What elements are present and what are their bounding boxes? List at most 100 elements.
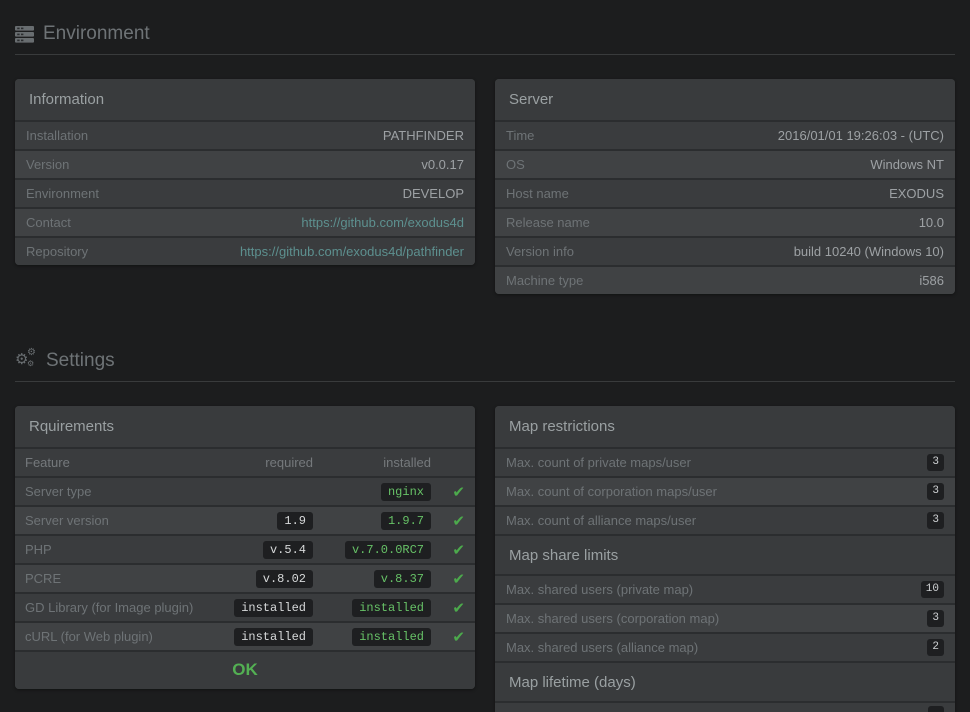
installed-badge: 1.9.7 [381, 512, 431, 530]
gear-small-icon: ⚙ [27, 348, 36, 358]
check-icon: ✔ [452, 483, 465, 501]
server-stack-icon [15, 26, 34, 43]
info-row-version: Version v0.0.17 [15, 149, 475, 178]
environment-section-title: Environment [43, 23, 150, 45]
row-value: build 10240 (Windows 10) [794, 244, 944, 259]
information-panel-title: Information [15, 79, 475, 120]
row-label: Version info [506, 244, 574, 259]
info-row-repository: Repository https://github.com/exodus4d/p… [15, 236, 475, 265]
page-content: Environment Information Installation PAT… [0, 22, 970, 712]
value-badge: 3 [927, 512, 944, 529]
server-rows: Time 2016/01/01 19:26:03 - (UTC) OS Wind… [495, 120, 955, 294]
server-panel-title: Server [495, 79, 955, 120]
row-label: Time [506, 128, 534, 143]
row-label: Max. shared users (alliance map) [506, 640, 698, 655]
feature-label: GD Library (for Image plugin) [25, 600, 195, 615]
info-row-environment: Environment DEVELOP [15, 178, 475, 207]
row-label: OS [506, 157, 525, 172]
feature-label: PHP [25, 542, 195, 557]
map-restrictions-title: Map restrictions [495, 406, 955, 447]
col-header-feature: Feature [25, 455, 195, 470]
value-badge [928, 706, 944, 712]
row-value: Windows NT [870, 157, 944, 172]
map-share-limits-title: Map share limits [495, 534, 955, 574]
installed-badge: installed [352, 599, 431, 617]
row-label: Max. count of alliance maps/user [506, 513, 696, 528]
value-badge: 10 [921, 581, 944, 598]
check-icon: ✔ [452, 512, 465, 530]
row-value: 2016/01/01 19:26:03 - (UTC) [778, 128, 944, 143]
requirements-panel: Rquirements Feature required installed S… [15, 406, 475, 689]
row-value: EXODUS [889, 186, 944, 201]
row-label: Release name [506, 215, 590, 230]
server-panel: Server Time 2016/01/01 19:26:03 - (UTC) … [495, 79, 955, 294]
row-label: Environment [26, 186, 99, 201]
row-label: Version [26, 157, 69, 172]
check-icon: ✔ [452, 628, 465, 646]
settings-section-header: ⚙ ⚙ ⚙ Settings [15, 349, 955, 373]
info-row-installation: Installation PATHFINDER [15, 120, 475, 149]
value-badge: 3 [927, 610, 944, 627]
row-label: Repository [26, 244, 88, 259]
environment-divider [15, 54, 955, 55]
requirements-panel-title: Rquirements [15, 406, 475, 447]
information-rows: Installation PATHFINDER Version v0.0.17 … [15, 120, 475, 265]
row-label: Max. shared users (corporation map) [506, 611, 719, 626]
row-label: Max. count of corporation maps/user [506, 484, 717, 499]
gears-icon: ⚙ ⚙ ⚙ [15, 350, 37, 372]
requirements-status: OK [15, 650, 475, 689]
row-label: Max. shared users (private map) [506, 582, 693, 597]
required-badge: v.5.4 [263, 541, 313, 559]
required-badge: v.8.02 [256, 570, 313, 588]
installed-badge: nginx [381, 483, 431, 501]
value-badge: 3 [927, 483, 944, 500]
feature-label: Server version [25, 513, 195, 528]
settings-panels: Rquirements Feature required installed S… [15, 406, 955, 712]
row-shared-private: Max. shared users (private map) 10 [495, 574, 955, 603]
req-row-php: PHP v.5.4 v.7.0.0RC7 ✔ [15, 534, 475, 563]
gear-tiny-icon: ⚙ [27, 360, 34, 368]
info-row-contact: Contact https://github.com/exodus4d [15, 207, 475, 236]
row-value: v0.0.17 [421, 157, 464, 172]
check-icon: ✔ [452, 599, 465, 617]
contact-link[interactable]: https://github.com/exodus4d [301, 215, 464, 230]
required-badge: installed [234, 628, 313, 646]
row-shared-alliance: Max. shared users (alliance map) 2 [495, 632, 955, 661]
req-row-curl: cURL (for Web plugin) installed installe… [15, 621, 475, 650]
row-label: Installation [26, 128, 88, 143]
server-row-machinetype: Machine type i586 [495, 265, 955, 294]
requirements-rows: Server type nginx ✔ Server version 1.9 1… [15, 476, 475, 650]
check-icon: ✔ [452, 570, 465, 588]
req-row-pcre: PCRE v.8.02 v.8.37 ✔ [15, 563, 475, 592]
information-panel: Information Installation PATHFINDER Vers… [15, 79, 475, 265]
environment-panels: Information Installation PATHFINDER Vers… [15, 79, 955, 294]
server-row-os: OS Windows NT [495, 149, 955, 178]
repository-link[interactable]: https://github.com/exodus4d/pathfinder [240, 244, 464, 259]
row-value: 10.0 [919, 215, 944, 230]
installed-badge: v.7.0.0RC7 [345, 541, 431, 559]
row-value: i586 [919, 273, 944, 288]
map-share-limit-rows: Max. shared users (private map) 10 Max. … [495, 574, 955, 661]
req-row-server-version: Server version 1.9 1.9.7 ✔ [15, 505, 475, 534]
settings-divider [15, 381, 955, 382]
row-label: Machine type [506, 273, 583, 288]
req-row-gd-library: GD Library (for Image plugin) installed … [15, 592, 475, 621]
installed-badge: v.8.37 [374, 570, 431, 588]
server-row-hostname: Host name EXODUS [495, 178, 955, 207]
required-badge: installed [234, 599, 313, 617]
row-alliance-maps: Max. count of alliance maps/user 3 [495, 505, 955, 534]
req-row-server-type: Server type nginx ✔ [15, 476, 475, 505]
feature-label: Server type [25, 484, 195, 499]
requirements-table-header: Feature required installed [15, 447, 475, 476]
feature-label: cURL (for Web plugin) [25, 629, 195, 644]
server-row-versioninfo: Version info build 10240 (Windows 10) [495, 236, 955, 265]
feature-label: PCRE [25, 571, 195, 586]
col-header-installed: installed [313, 455, 431, 470]
map-lifetime-title: Map lifetime (days) [495, 661, 955, 701]
row-label: Host name [506, 186, 569, 201]
row-value: PATHFINDER [383, 128, 464, 143]
row-lifetime-partial [495, 701, 955, 712]
row-label: Max. count of private maps/user [506, 455, 691, 470]
row-private-maps: Max. count of private maps/user 3 [495, 447, 955, 476]
row-label: Contact [26, 215, 71, 230]
